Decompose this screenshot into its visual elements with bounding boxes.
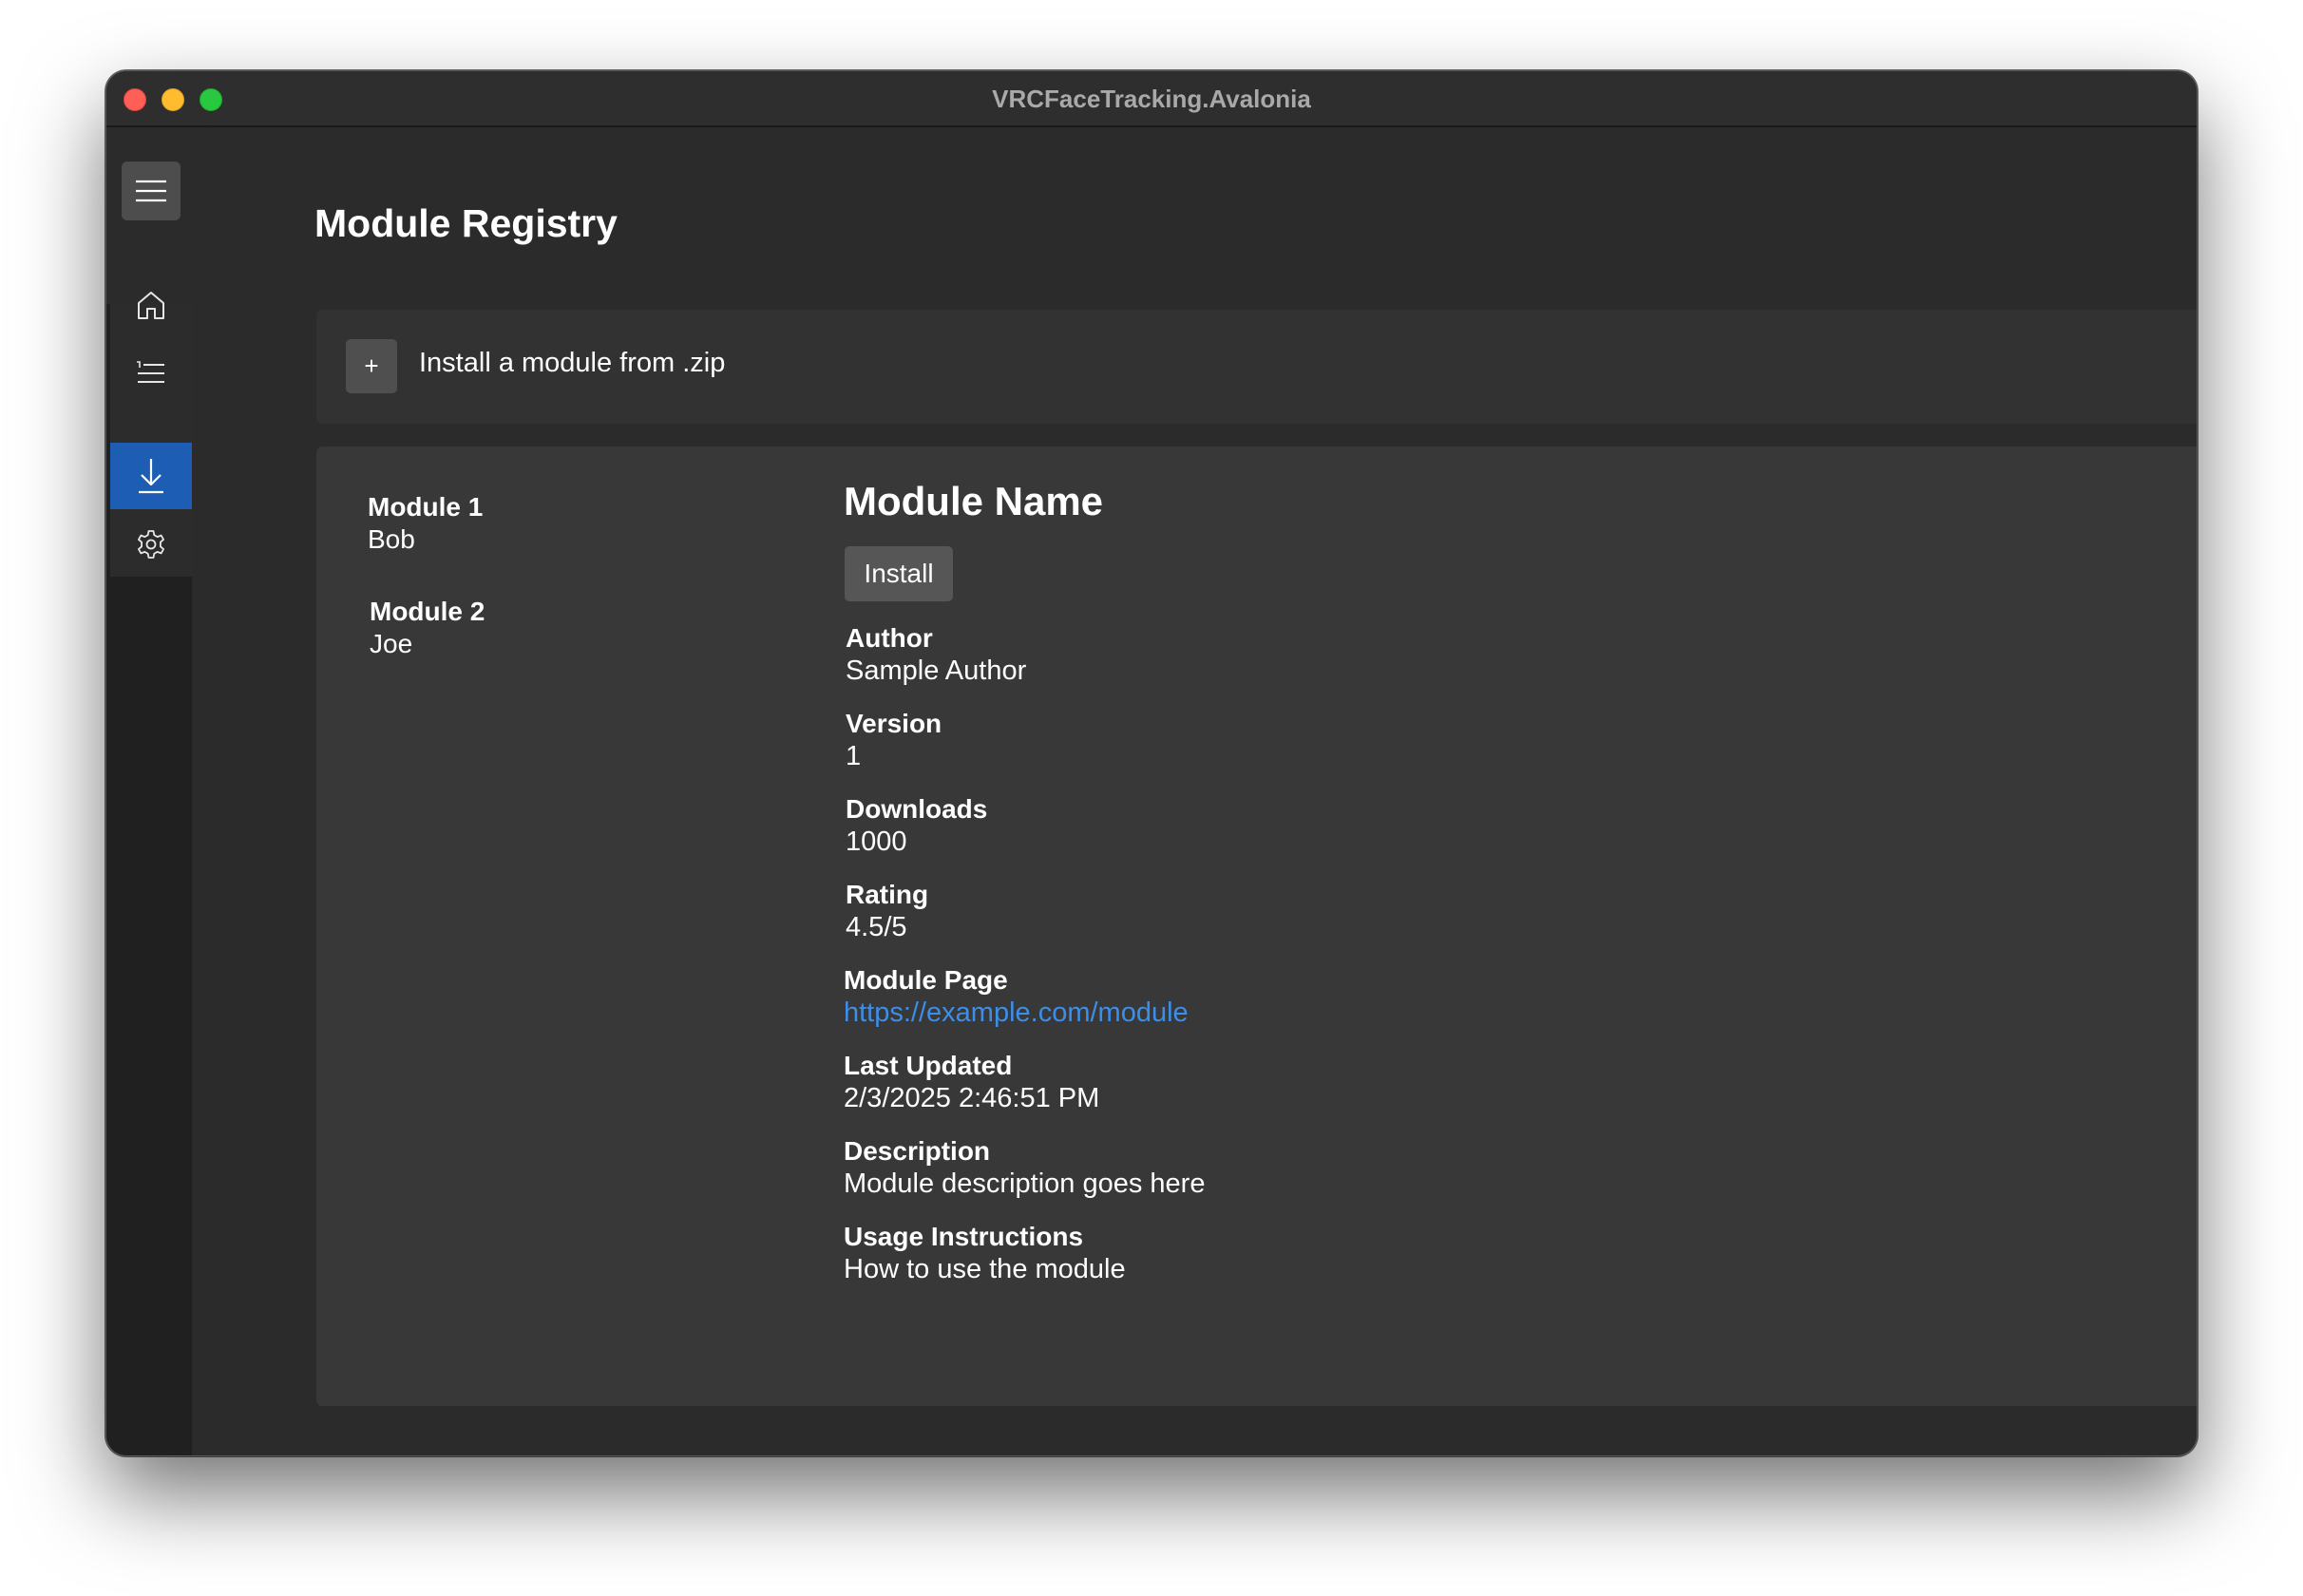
install-zip-bar[interactable]: + Install a module from .zip <box>316 310 2197 424</box>
downloads-field: Downloads 1000 <box>846 794 988 857</box>
page-title: Module Registry <box>314 201 618 245</box>
title-bar: VRCFaceTracking.Avalonia <box>106 71 2197 127</box>
hamburger-menu-button[interactable] <box>122 162 181 220</box>
module-detail-title: Module Name <box>844 479 1104 523</box>
install-zip-button[interactable]: + <box>346 339 397 393</box>
install-button[interactable]: Install <box>845 546 953 601</box>
author-field: Author Sample Author <box>846 623 1027 686</box>
download-icon <box>139 459 163 494</box>
rating-field: Rating 4.5/5 <box>846 880 929 942</box>
plus-icon: + <box>364 352 379 380</box>
module-author: Bob <box>368 524 415 554</box>
gear-icon <box>138 530 164 559</box>
module-page-link[interactable]: https://example.com/module <box>844 997 1205 1029</box>
list-item[interactable]: Module 2 Joe <box>370 596 485 660</box>
sidebar-item-home[interactable] <box>110 272 192 338</box>
usage-instructions-field: Usage Instructions How to use the module <box>844 1222 1126 1284</box>
version-field: Version 1 <box>846 709 942 771</box>
module-name: Module 2 <box>370 597 485 626</box>
sidebar-item-modules[interactable] <box>110 340 192 407</box>
module-name: Module 1 <box>368 492 484 522</box>
home-icon <box>138 292 164 319</box>
window-title: VRCFaceTracking.Avalonia <box>992 85 1311 113</box>
sidebar-item-settings[interactable] <box>110 511 192 578</box>
registry-panel: Module 1 Bob Module 2 Joe Module Name In… <box>316 446 2197 1406</box>
module-page-field: Module Page https://example.com/module <box>844 964 1205 1029</box>
app-window: VRCFaceTracking.Avalonia Module Registry… <box>105 70 2198 1456</box>
main-content: Module Registry + Install a module from … <box>192 127 2197 1455</box>
sidebar <box>106 127 192 1455</box>
list-icon <box>137 361 164 383</box>
sidebar-item-module-registry[interactable] <box>110 443 192 509</box>
hamburger-icon <box>136 180 166 202</box>
last-updated-field: Last Updated 2/3/2025 2:46:51 PM <box>844 1051 1100 1113</box>
install-zip-label: Install a module from .zip <box>419 348 726 378</box>
list-item[interactable]: Module 1 Bob <box>368 491 483 556</box>
description-field: Description Module description goes here <box>844 1136 1206 1199</box>
module-author: Joe <box>370 629 413 658</box>
module-detail: Module Name Install Author Sample Author… <box>844 475 1205 1285</box>
